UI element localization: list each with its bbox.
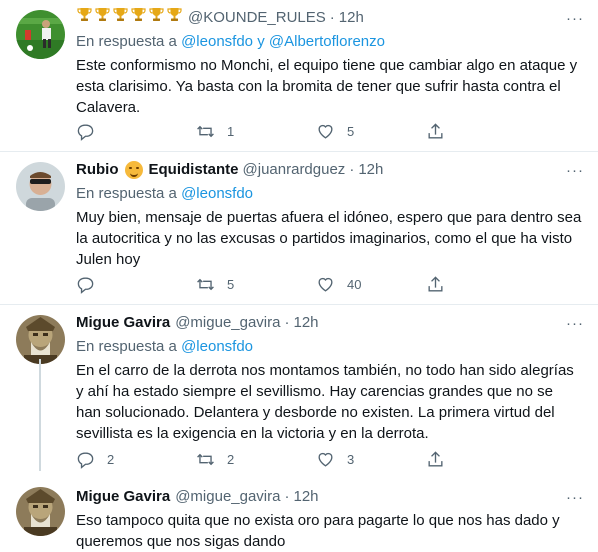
- tweet[interactable]: Migue Gavira @migue_gavira · 12h En resp…: [0, 305, 598, 479]
- tweet[interactable]: Rubio Equidistante @juanrardguez · 12h E…: [0, 152, 598, 305]
- mention-link[interactable]: @leonsfdo: [181, 338, 253, 355]
- trophy-icon: [167, 8, 182, 21]
- thread-line: [39, 359, 41, 471]
- trophy-icon: [131, 8, 146, 21]
- reply-icon: [77, 451, 94, 469]
- separator-dot: ·: [284, 488, 290, 505]
- reply-icon: [77, 276, 94, 294]
- mention-link[interactable]: @leonsfdo: [181, 33, 253, 50]
- timestamp[interactable]: 12h: [293, 487, 318, 507]
- tweet-text: Este conformismo no Monchi, el equipo ti…: [76, 57, 578, 116]
- more-options-icon[interactable]: ···: [566, 162, 584, 179]
- avatar[interactable]: [16, 315, 65, 364]
- like-button[interactable]: 3: [316, 449, 426, 469]
- timestamp[interactable]: 12h: [293, 313, 318, 333]
- share-icon: [428, 275, 443, 292]
- avatar[interactable]: [16, 487, 65, 536]
- retweet-icon: [197, 278, 214, 290]
- retweet-button[interactable]: 2: [196, 449, 306, 469]
- retweet-icon: [197, 453, 214, 465]
- trophy-icon: [149, 8, 164, 21]
- user-handle[interactable]: @migue_gavira: [175, 313, 280, 333]
- tweet-text: Muy bien, mensaje de puertas afuera el i…: [76, 209, 582, 268]
- heart-icon: [318, 277, 333, 292]
- heart-icon: [318, 124, 333, 139]
- reply-context: En respuesta a @leonsfdo: [76, 185, 254, 202]
- like-button[interactable]: 40: [316, 274, 426, 294]
- timeline: @KOUNDE_RULES · 12h En respuesta a @leon…: [0, 0, 598, 550]
- trophy-icon: [113, 8, 128, 21]
- user-handle[interactable]: @migue_gavira: [175, 487, 280, 507]
- tweet-header: @KOUNDE_RULES · 12h: [76, 8, 582, 28]
- trophy-emojis: [76, 7, 184, 29]
- tweet-header: Rubio Equidistante @juanrardguez · 12h: [76, 160, 582, 180]
- tweet-text: Eso tampoco quita que no exista oro para…: [76, 512, 560, 550]
- user-handle[interactable]: @juanrardguez: [243, 160, 346, 180]
- retweet-button[interactable]: 1: [196, 121, 306, 141]
- mention-link[interactable]: @Albertoflorenzo: [269, 33, 385, 50]
- share-icon: [428, 450, 443, 467]
- tweet-actions: 2 2 3: [76, 449, 516, 469]
- mention-link[interactable]: @leonsfdo: [181, 185, 253, 202]
- share-button[interactable]: [426, 274, 466, 294]
- tweet-header: Migue Gavira @migue_gavira · 12h: [76, 487, 582, 507]
- tweet-header: Migue Gavira @migue_gavira · 12h: [76, 313, 582, 333]
- heart-icon: [318, 452, 333, 467]
- trophy-icon: [95, 8, 110, 21]
- trophy-icon: [77, 8, 92, 21]
- reply-button[interactable]: [76, 274, 186, 294]
- smiling-face-icon: [124, 161, 143, 179]
- tweet-text: En el carro de la derrota nos montamos t…: [76, 362, 574, 442]
- share-icon: [428, 122, 443, 139]
- reply-context: En respuesta a @leonsfdo: [76, 338, 254, 355]
- tweet[interactable]: Migue Gavira @migue_gavira · 12h Eso tam…: [0, 359, 598, 550]
- share-button[interactable]: [426, 121, 466, 141]
- display-name[interactable]: Migue Gavira: [76, 487, 170, 507]
- retweet-icon: [197, 125, 214, 137]
- separator-dot: ·: [329, 9, 335, 26]
- separator-dot: ·: [284, 314, 290, 331]
- more-options-icon[interactable]: ···: [566, 489, 584, 506]
- avatar[interactable]: [16, 10, 65, 59]
- display-name-suffix[interactable]: Equidistante: [149, 160, 239, 180]
- reply-button[interactable]: [76, 121, 186, 141]
- tweet[interactable]: @KOUNDE_RULES · 12h En respuesta a @leon…: [0, 0, 598, 152]
- reply-context: En respuesta a @leonsfdo y @Albertoflore…: [76, 33, 385, 50]
- avatar[interactable]: [16, 162, 65, 211]
- more-options-icon[interactable]: ···: [566, 315, 584, 332]
- reply-button[interactable]: 2: [76, 449, 186, 469]
- separator-dot: ·: [349, 161, 355, 178]
- like-button[interactable]: 5: [316, 121, 426, 141]
- timestamp[interactable]: 12h: [358, 160, 383, 180]
- display-name[interactable]: Migue Gavira: [76, 313, 170, 333]
- share-button[interactable]: [426, 449, 466, 469]
- timestamp[interactable]: 12h: [339, 8, 364, 28]
- reply-icon: [77, 123, 94, 141]
- retweet-button[interactable]: 5: [196, 274, 306, 294]
- user-handle[interactable]: @KOUNDE_RULES: [188, 8, 326, 28]
- more-options-icon[interactable]: ···: [566, 10, 584, 27]
- tweet-actions: 5 40: [76, 274, 516, 294]
- tweet-actions: 1 5: [76, 121, 516, 141]
- display-name[interactable]: Rubio: [76, 160, 119, 180]
